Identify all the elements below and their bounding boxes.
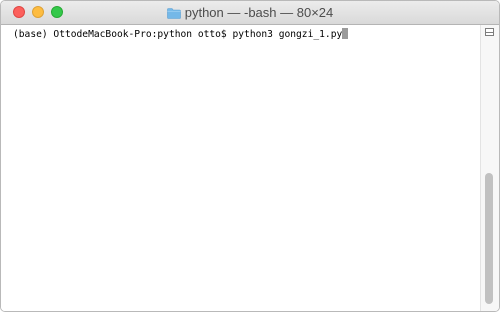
split-pane-icon[interactable] — [485, 28, 494, 36]
command-line: (base) OttodeMacBook-Pro:python otto$ py… — [13, 28, 349, 41]
vertical-scrollbar[interactable] — [480, 25, 499, 311]
typed-command: python3 gongzi_1.py — [232, 29, 343, 40]
folder-icon — [166, 7, 181, 19]
window-title: python — -bash — 80×24 — [184, 5, 334, 20]
terminal-output[interactable]: (base) OttodeMacBook-Pro:python otto$ py… — [1, 25, 479, 311]
terminal-window: python — -bash — 80×24 (base) OttodeMacB… — [0, 0, 500, 312]
title-bar[interactable]: python — -bash — 80×24 — [1, 1, 499, 25]
text-cursor — [342, 28, 349, 39]
shell-prompt: (base) OttodeMacBook-Pro:python otto$ — [13, 29, 233, 40]
window-title-group: python — -bash — 80×24 — [1, 1, 499, 24]
scroll-thumb[interactable] — [485, 173, 493, 304]
